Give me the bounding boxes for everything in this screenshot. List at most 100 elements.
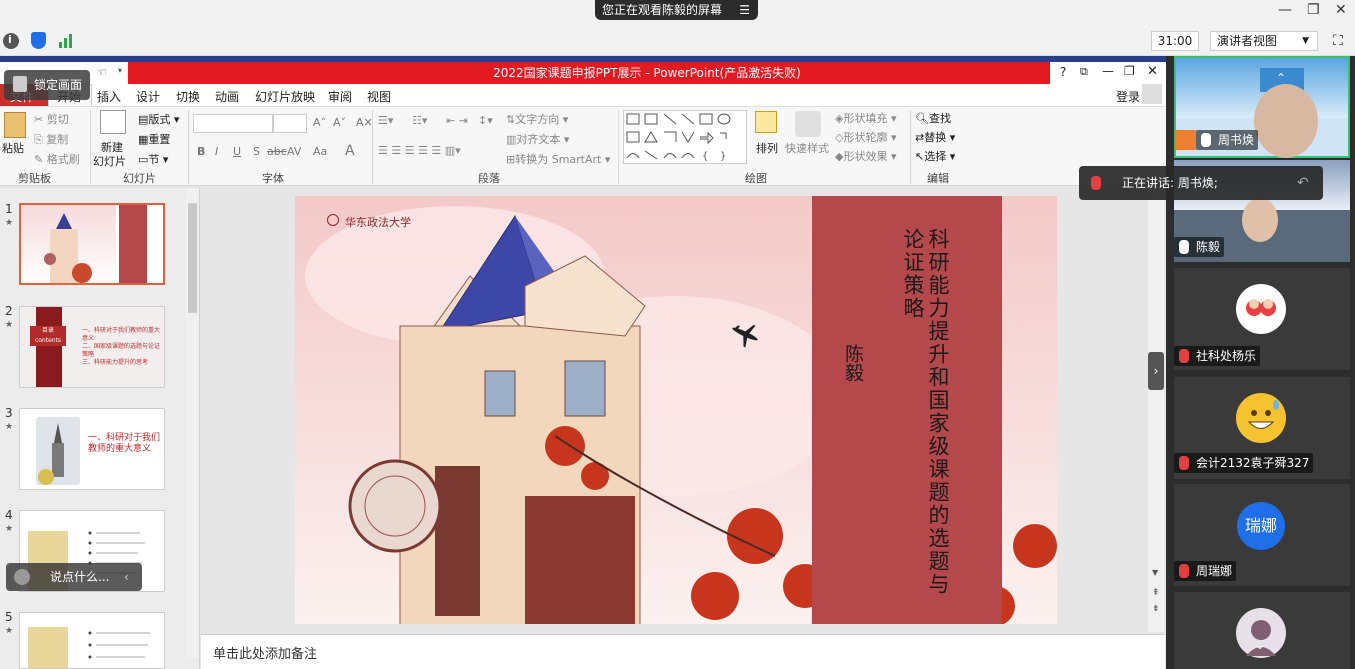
strikethrough-icon[interactable]: abc [267, 145, 287, 158]
increase-font-icon[interactable]: A˄ [313, 116, 326, 129]
char-spacing-icon[interactable]: AV [287, 145, 301, 158]
change-case-icon[interactable]: Aa [313, 145, 327, 158]
fullscreen-icon[interactable]: ⛶ [1333, 33, 1343, 49]
group-editing: 编辑 [927, 172, 949, 185]
participant-tile-6[interactable]: ⌄ [1174, 592, 1350, 669]
ribbon-divider [90, 110, 91, 184]
tab-review[interactable]: 审阅 [328, 88, 352, 105]
tab-slideshow[interactable]: 幻灯片放映 [255, 88, 315, 105]
cut-button[interactable]: ✂ 剪切 [34, 111, 69, 127]
align-icons[interactable]: ☰ ☰ ☰ ☰ ☰ ▥▾ [378, 144, 461, 157]
undo-icon[interactable]: ↶ [1297, 166, 1309, 200]
decrease-font-icon[interactable]: A˅ [333, 116, 346, 129]
indent-icons[interactable]: ⇤ ⇥ [446, 114, 468, 127]
replace-button[interactable]: ⇄替换 ▾ [915, 129, 955, 145]
shapes-gallery[interactable]: {} [623, 110, 747, 164]
font-size-select[interactable] [273, 114, 307, 133]
slide-thumbnail-5[interactable] [19, 612, 165, 669]
line-spacing-icon[interactable]: ↕▾ [478, 114, 493, 127]
quick-styles-icon[interactable] [795, 111, 821, 137]
emoji-icon[interactable] [14, 569, 30, 585]
touch-mode-icon[interactable]: ☜ [96, 65, 107, 79]
participant-tile-5[interactable]: 瑞娜 周瑞娜 [1174, 484, 1350, 586]
ppt-minimize-icon[interactable]: — [1102, 64, 1114, 78]
format-painter-button[interactable]: ✎ 格式刷 [34, 151, 80, 167]
shape-outline-button[interactable]: ◇形状轮廓 ▾ [835, 129, 897, 145]
signal-icon[interactable] [59, 33, 74, 48]
font-family-select[interactable] [193, 114, 273, 133]
security-shield-icon[interactable] [31, 32, 46, 49]
numbering-icon[interactable]: ☷▾ [412, 114, 427, 127]
notes-pane[interactable]: 单击此处添加备注 [201, 634, 1165, 669]
tab-view[interactable]: 视图 [367, 88, 391, 105]
smartart-button[interactable]: ⊞转换为 SmartArt ▾ [506, 151, 610, 167]
ribbon-display-icon[interactable]: ⧉ [1080, 65, 1088, 79]
ribbon-tabs: 文件 开始 插入 设计 切换 动画 幻灯片放映 审阅 视图 [0, 84, 1166, 106]
thumbnails-scrollbar[interactable] [186, 188, 199, 658]
shape-effects-button[interactable]: ◆形状效果 ▾ [835, 148, 897, 164]
login-link[interactable]: 登录 [1116, 88, 1140, 105]
copy-button[interactable]: ⎘ 复制 [34, 131, 68, 147]
current-slide[interactable]: 华东政法大学 科研能力提升和国家级课题的选题与论证策略 陈毅 [295, 196, 1057, 624]
scrollbar-thumb[interactable] [188, 203, 197, 313]
participant-tile-1[interactable]: ⌃ 周书焕 [1174, 56, 1350, 158]
restore-icon[interactable]: ❐ [1307, 2, 1320, 18]
shape-fill-button[interactable]: ◈形状填充 ▾ [835, 110, 897, 126]
speaking-label: 正在讲话: 周书焕; [1122, 176, 1218, 190]
slide-thumbnail-2[interactable]: 目录 contents 一、科研对于我们教师的重大意义 二、国家级课题的选题与论… [19, 306, 165, 388]
bold-icon[interactable]: B [197, 145, 205, 158]
tab-insert[interactable]: 插入 [97, 88, 121, 105]
user-avatar-icon[interactable] [1142, 84, 1162, 104]
italic-icon[interactable]: I [215, 145, 218, 158]
animation-star-icon: ★ [5, 626, 14, 636]
prev-slide-icon[interactable]: ⇞ [1152, 588, 1160, 598]
screen-share-banner[interactable]: 您正在观看陈毅的屏幕 ☰ [595, 0, 758, 20]
participant-name-tag: 陈毅 [1174, 237, 1225, 257]
chat-input[interactable]: 说点什么... ‹ [6, 563, 142, 591]
clear-format-icon[interactable]: A✕ [356, 116, 373, 129]
menu-icon[interactable]: ☰ [739, 0, 750, 20]
arrange-button[interactable]: 排列 [756, 140, 778, 156]
select-button[interactable]: ↖选择 ▾ [915, 148, 955, 164]
collapse-panel-button[interactable]: › [1148, 352, 1164, 390]
participant-tile-3[interactable]: 社科处杨乐 [1174, 268, 1350, 370]
paste-icon[interactable] [4, 112, 26, 138]
qat-chevron-icon[interactable]: ▾ [118, 66, 122, 75]
close-icon[interactable]: ✕ [1335, 2, 1347, 18]
find-button[interactable]: 🔍︎查找 [915, 110, 951, 126]
bullets-icon[interactable]: ☰▾ [378, 114, 393, 127]
slide-thumbnail-3[interactable]: 一、科研对于我们教师的重大意义 [19, 408, 165, 490]
section-button[interactable]: ▭节 ▾ [138, 151, 168, 167]
new-slide-label[interactable]: 幻灯片 [93, 153, 126, 169]
slide-thumbnail-1[interactable] [19, 203, 165, 285]
shadow-icon[interactable]: S [253, 145, 260, 158]
arrange-icon[interactable] [755, 111, 777, 133]
lock-screen-button[interactable]: 锁定画面 [4, 70, 90, 100]
reset-button[interactable]: ▦重置 [138, 131, 170, 147]
slide-scrollbar[interactable]: ▼ ⇞ ⇟ [1148, 188, 1164, 632]
scroll-down-icon[interactable]: ▼ [1152, 568, 1158, 577]
tab-animations[interactable]: 动画 [215, 88, 239, 105]
align-text-button[interactable]: ▥对齐文本 ▾ [506, 131, 569, 147]
tab-transitions[interactable]: 切换 [176, 88, 200, 105]
text-direction-button[interactable]: ⇅文字方向 ▾ [506, 111, 568, 127]
layout-button[interactable]: ▤版式 ▾ [138, 111, 179, 127]
quick-styles-button[interactable]: 快速样式 [785, 140, 829, 156]
underline-icon[interactable]: U [233, 145, 241, 158]
ppt-restore-icon[interactable]: ❐ [1124, 64, 1135, 78]
minimize-icon[interactable]: — [1278, 2, 1292, 18]
chevron-down-icon[interactable]: ⌄ [1254, 637, 1266, 653]
speaker-view-dropdown[interactable]: 演讲者视图 ▼ [1210, 31, 1318, 51]
tab-design[interactable]: 设计 [136, 88, 160, 105]
ppt-close-icon[interactable]: ✕ [1147, 64, 1158, 79]
screen-share-label: 您正在观看陈毅的屏幕 [602, 3, 723, 17]
chevron-left-icon[interactable]: ‹ [124, 563, 129, 591]
new-slide-icon[interactable] [100, 110, 126, 134]
meeting-timer: 31:00 [1151, 31, 1199, 51]
paste-button[interactable]: 粘贴 [2, 140, 24, 156]
font-color-icon[interactable]: A [345, 143, 355, 159]
help-icon[interactable]: ? [1060, 65, 1066, 79]
smartart-label: 转换为 SmartArt [515, 153, 602, 166]
participant-tile-4[interactable]: 会计2132袁子舜327 [1174, 377, 1350, 479]
next-slide-icon[interactable]: ⇟ [1152, 604, 1160, 614]
